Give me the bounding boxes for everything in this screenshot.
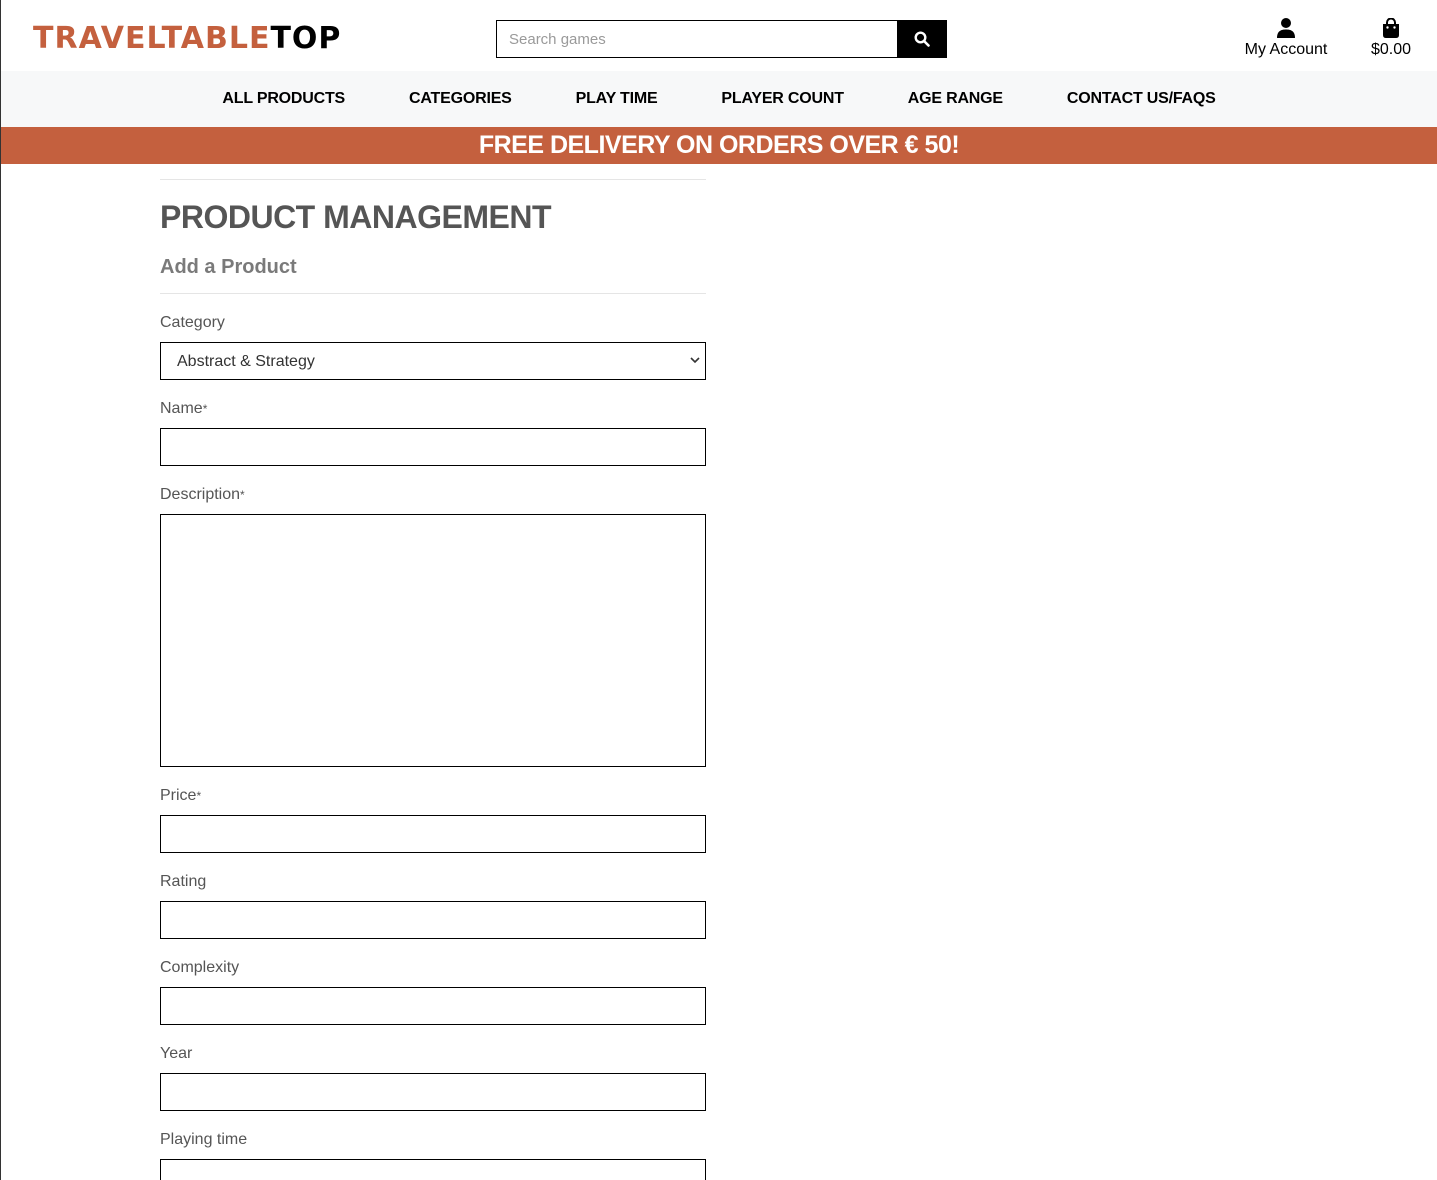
price-field: Price* (160, 786, 706, 853)
my-account-link[interactable]: My Account (1239, 16, 1333, 59)
price-label: Price* (160, 787, 202, 804)
nav-categories[interactable]: CATEGORIES (409, 90, 512, 108)
main-nav: ALL PRODUCTS CATEGORIES PLAY TIME PLAYER… (1, 71, 1437, 127)
description-textarea[interactable] (160, 514, 706, 767)
complexity-label: Complexity (160, 959, 240, 976)
site-logo[interactable]: TRAVELTABLETOP (33, 22, 341, 56)
nav-all-products[interactable]: ALL PRODUCTS (222, 90, 345, 108)
nav-age-range[interactable]: AGE RANGE (908, 90, 1003, 108)
complexity-input[interactable] (160, 987, 706, 1025)
rating-input[interactable] (160, 901, 706, 939)
add-product-form: Category Abstract & Strategy Name* Descr… (160, 313, 706, 1180)
nav-player-count[interactable]: PLAYER COUNT (721, 90, 844, 108)
user-icon (1277, 18, 1295, 38)
divider (160, 293, 706, 294)
free-delivery-banner: FREE DELIVERY ON ORDERS OVER € 50! (1, 127, 1437, 164)
price-input[interactable] (160, 815, 706, 853)
playing-time-label: Playing time (160, 1131, 248, 1148)
year-input[interactable] (160, 1073, 706, 1111)
year-field: Year (160, 1044, 706, 1111)
nav-play-time[interactable]: PLAY TIME (576, 90, 658, 108)
name-input[interactable] (160, 428, 706, 466)
description-label: Description* (160, 486, 245, 503)
playing-time-input[interactable] (160, 1159, 706, 1180)
shopping-bag-link[interactable]: $0.00 (1363, 16, 1419, 59)
search-icon (914, 31, 930, 47)
my-account-label: My Account (1244, 41, 1328, 58)
category-field: Category Abstract & Strategy (160, 313, 706, 380)
nav-contact-faqs[interactable]: CONTACT US/FAQS (1067, 90, 1216, 108)
year-label: Year (160, 1045, 193, 1062)
search-form (496, 20, 947, 58)
logo-part-2: TOP (270, 21, 342, 56)
description-field: Description* (160, 485, 706, 767)
divider (160, 179, 706, 180)
complexity-field: Complexity (160, 958, 706, 1025)
search-button[interactable] (897, 20, 947, 58)
rating-label: Rating (160, 873, 207, 890)
category-select[interactable]: Abstract & Strategy (160, 342, 706, 380)
page-title: PRODUCT MANAGEMENT (160, 199, 551, 235)
site-header: TRAVELTABLETOP My Account (1, 0, 1437, 71)
product-management-section: PRODUCT MANAGEMENT Add a Product Categor… (160, 179, 706, 1180)
bag-total: $0.00 (1370, 41, 1412, 58)
name-field: Name* (160, 399, 706, 466)
category-label: Category (160, 314, 225, 331)
playing-time-field: Playing time (160, 1130, 706, 1180)
rating-field: Rating (160, 872, 706, 939)
logo-part-1: TRAVELTABLE (33, 21, 271, 56)
name-label: Name* (160, 400, 208, 417)
shopping-bag-icon (1383, 18, 1399, 38)
search-input[interactable] (496, 20, 897, 58)
page-subtitle: Add a Product (160, 256, 297, 278)
